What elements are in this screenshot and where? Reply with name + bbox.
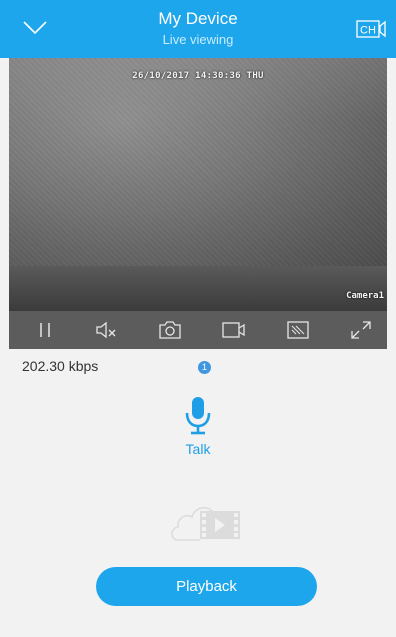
bitrate-readout: 202.30 kbps bbox=[22, 358, 99, 374]
camera-icon[interactable] bbox=[150, 311, 190, 349]
page-subtitle: Live viewing bbox=[162, 32, 234, 47]
camera-label: Camera1 bbox=[346, 291, 384, 301]
pause-icon[interactable] bbox=[25, 311, 65, 349]
app-header: My Device Live viewing CH bbox=[0, 0, 396, 58]
image-quality-icon[interactable] bbox=[278, 311, 318, 349]
playback-button[interactable]: Playback bbox=[96, 567, 317, 606]
page-title: My Device bbox=[158, 9, 238, 28]
talk-label: Talk bbox=[185, 441, 211, 457]
video-timestamp: 26/10/2017 14:30:36 THU bbox=[132, 71, 264, 81]
live-video-view[interactable]: 26/10/2017 14:30:36 THU Camera1 bbox=[9, 58, 387, 311]
status-badge: 1 bbox=[198, 361, 211, 374]
channel-switch-icon[interactable]: CH bbox=[356, 18, 387, 40]
fullscreen-icon[interactable] bbox=[341, 311, 381, 349]
cloud-video-icon[interactable] bbox=[166, 494, 244, 546]
microphone-icon bbox=[184, 395, 212, 440]
svg-text:CH: CH bbox=[360, 25, 376, 37]
video-record-icon[interactable] bbox=[214, 311, 254, 349]
mute-icon[interactable] bbox=[86, 311, 126, 349]
video-scene-band bbox=[9, 266, 387, 311]
video-controls-bar bbox=[9, 311, 387, 349]
talk-button[interactable]: Talk bbox=[168, 395, 228, 461]
